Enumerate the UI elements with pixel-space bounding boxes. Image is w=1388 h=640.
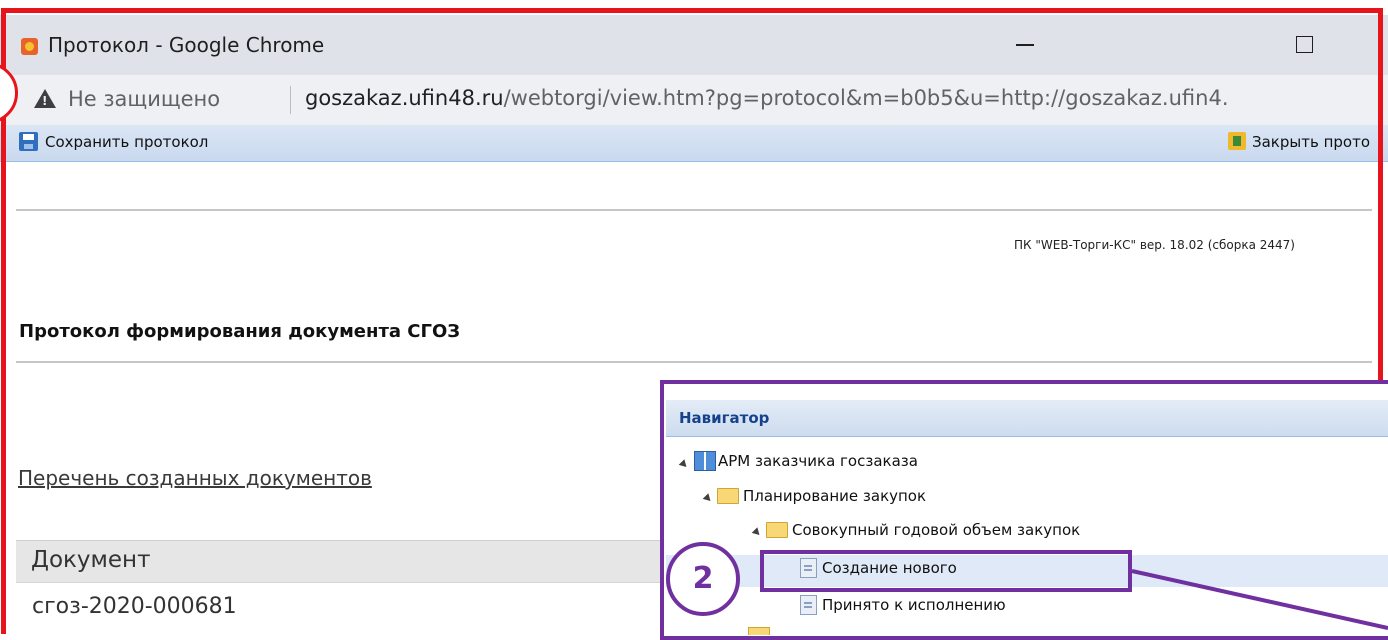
callout-pointer-line	[1131, 569, 1388, 630]
